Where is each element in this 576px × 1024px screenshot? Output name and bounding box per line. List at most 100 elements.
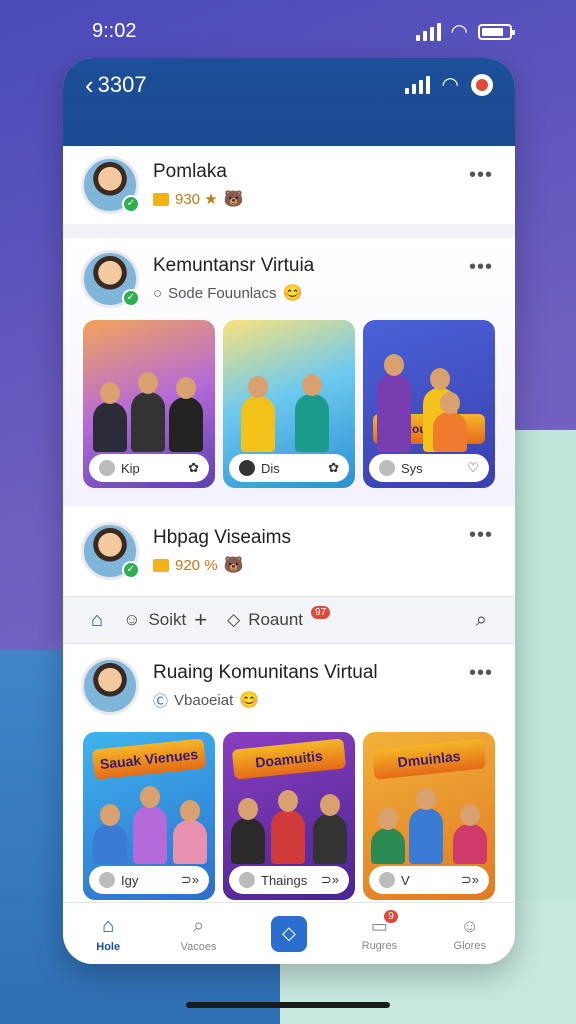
caption-text: Sys (401, 460, 423, 476)
more-options-button[interactable]: ••• (469, 524, 493, 547)
post-card-3[interactable]: ✓ Hbpag Viseaims 920 % 🐻 ••• (63, 506, 515, 596)
header-icons: ◠ (404, 74, 493, 96)
media-row: Sauak Vienues Igy ⊃» Doamuitis Thaings ⊃… (63, 732, 515, 900)
post-header: ✓ Hbpag Viseaims 920 % 🐻 (63, 506, 515, 596)
media-thumb[interactable]: Dmuinlas V ⊃» (363, 732, 495, 900)
media-thumb[interactable]: Sauak Vienues Igy ⊃» (83, 732, 215, 900)
notification-badge: 9 (384, 909, 398, 923)
user-meta: Pomlaka 930 ★ 🐻 (153, 161, 244, 209)
avatar-icon (379, 872, 395, 888)
user-name: Hbpag Viseaims (153, 527, 292, 548)
bottom-navigation: ⌂ Hole ⌕ Vacoes ◇ ▭ 9 Rugres ☺ Glores (63, 902, 515, 964)
search-icon: ○ (153, 284, 163, 302)
user-meta: Kemuntansr Virtuia ○ Sode Fouunlacs 😊 (153, 255, 314, 303)
app-header: ‹ 3307 ◠ (63, 58, 515, 146)
people-illustration (223, 774, 355, 864)
media-thumb[interactable]: Rounosa Sys ♡ (363, 320, 495, 488)
media-caption: Dis ✿ (229, 454, 349, 482)
crown-icon (153, 558, 169, 572)
reaction-icon: ♡ (467, 460, 479, 475)
avatar-icon (239, 460, 255, 476)
post-header: Ruaing Komunitans Virtual Ⓒ Vbaoeiat 😊 (63, 644, 515, 728)
more-options-button[interactable]: ••• (469, 662, 493, 685)
wifi-icon: ◠ (441, 74, 459, 96)
back-button[interactable]: ‹ 3307 (85, 72, 147, 98)
user-subtitle: ○ Sode Fouunlacs 😊 (153, 283, 314, 303)
media-caption: Igy ⊃» (89, 866, 209, 894)
nav-label: Vacoes (180, 940, 217, 953)
verified-icon: ✓ (122, 195, 140, 213)
chevron-left-icon: ‹ (85, 70, 94, 100)
user-name: Kemuntansr Virtuia (153, 255, 315, 276)
smile-icon: 😊 (282, 285, 303, 302)
nav-label: Hole (96, 940, 121, 953)
verified-icon: ✓ (122, 289, 140, 307)
user-subtitle: Ⓒ Vbaoeiat 😊 (153, 690, 378, 711)
avatar[interactable]: ✓ (81, 156, 140, 214)
verified-icon: ✓ (122, 561, 140, 579)
avatar-icon (239, 872, 255, 888)
user-icon: ☺ (460, 915, 479, 936)
media-caption: Thaings ⊃» (229, 866, 349, 894)
user-stat: 920 % 🐻 (153, 555, 291, 575)
plus-icon: + (194, 607, 208, 632)
nav-label: Rugres (361, 939, 398, 952)
signal-icon (404, 76, 430, 94)
avatar[interactable]: ✓ (81, 522, 140, 580)
avatar-icon (99, 872, 115, 888)
search-icon: ⌕ (192, 914, 205, 937)
reaction-icon: ✿ (328, 460, 339, 475)
caption-text: Thaings (261, 872, 308, 888)
strip-item-search[interactable]: ☺ Soikt + (123, 607, 207, 633)
user-meta: Ruaing Komunitans Virtual Ⓒ Vbaoeiat 😊 (153, 662, 378, 711)
c-icon: Ⓒ (153, 692, 169, 710)
people-illustration (223, 362, 355, 452)
user-name: Pomlaka (153, 161, 227, 182)
subtitle-text: Vbaoeiat (174, 691, 234, 709)
media-row: Kip ✿ Dis ✿ Rounosa (63, 320, 515, 488)
caption-text: Dis (261, 460, 280, 476)
more-options-button[interactable]: ••• (469, 164, 493, 187)
signal-icon (415, 23, 441, 41)
strip-label: Soikt (148, 610, 187, 629)
post-card-2[interactable]: ✓ Kemuntansr Virtuia ○ Sode Fouunlacs 😊 … (63, 238, 515, 506)
avatar-icon (99, 460, 115, 476)
media-thumb[interactable]: Doamuitis Thaings ⊃» (223, 732, 355, 900)
nav-profile[interactable]: ☺ Glores (435, 916, 505, 952)
smile-icon: 😊 (239, 692, 260, 709)
post-card-1[interactable]: ✓ Pomlaka 930 ★ 🐻 ••• (63, 146, 515, 224)
device-status-bar: 9::02 ◠ (0, 18, 576, 48)
home-outline-icon[interactable]: ⌂ (91, 609, 103, 632)
avatar[interactable] (81, 657, 139, 715)
strip-label: Roaunt (248, 610, 304, 629)
strip-item-recent[interactable]: ◇ Roaunt 97 (227, 605, 331, 630)
crown-icon (153, 192, 169, 206)
shield-icon: ◇ (270, 915, 307, 952)
post-card-4[interactable]: Ruaing Komunitans Virtual Ⓒ Vbaoeiat 😊 •… (63, 644, 515, 922)
people-illustration (83, 774, 215, 864)
nav-home[interactable]: ⌂ Hole (73, 915, 143, 953)
search-icon[interactable]: ⌕ (476, 609, 487, 632)
notification-badge: 97 (311, 605, 331, 619)
media-thumb[interactable]: Kip ✿ (83, 320, 215, 488)
link-icon: ⊃» (320, 872, 339, 887)
status-icons: ◠ (415, 22, 515, 42)
back-label: 3307 (97, 72, 147, 97)
media-caption: Sys ♡ (369, 454, 489, 482)
nav-messages[interactable]: ▭ 9 Rugres (344, 909, 414, 952)
post-header: ✓ Kemuntansr Virtuia ○ Sode Fouunlacs 😊 (63, 238, 515, 320)
people-illustration (363, 774, 495, 864)
link-icon: ⊃» (460, 872, 479, 887)
people-illustration (83, 362, 215, 452)
cube-icon: ◇ (227, 610, 241, 629)
post-header: ✓ Pomlaka 930 ★ 🐻 (63, 146, 515, 224)
home-icon: ⌂ (102, 914, 115, 937)
record-icon[interactable] (471, 74, 493, 96)
more-options-button[interactable]: ••• (469, 256, 493, 279)
link-icon: ⊃» (180, 872, 199, 887)
home-indicator[interactable] (186, 1002, 390, 1008)
nav-search[interactable]: ⌕ Vacoes (164, 915, 234, 953)
avatar[interactable]: ✓ (81, 250, 140, 308)
nav-create[interactable]: ◇ (254, 915, 324, 952)
media-thumb[interactable]: Dis ✿ (223, 320, 355, 488)
